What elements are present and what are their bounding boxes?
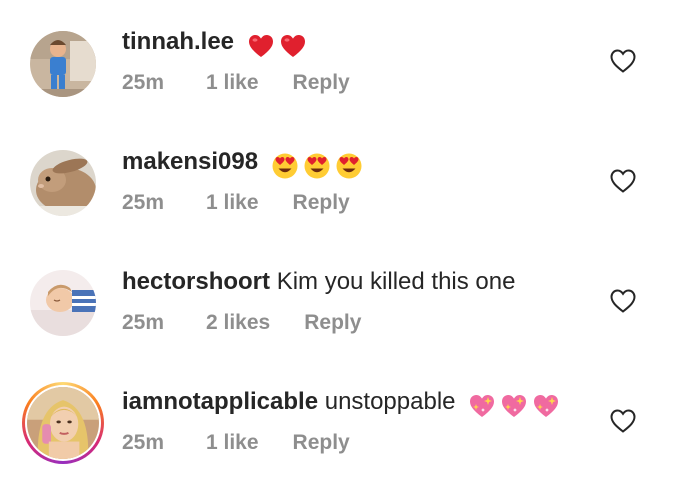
emoji-group (271, 152, 367, 182)
comment-meta: 25m 1 like Reply (122, 70, 350, 96)
avatar-image (30, 270, 96, 336)
comment-item: iamnotapplicable unstoppable 25m 1 like Re… (0, 360, 675, 480)
like-heart-icon[interactable] (609, 288, 637, 314)
comment-meta: 25m 1 like Reply (122, 190, 350, 216)
heart-eyes-emoji (271, 152, 299, 180)
heart-eyes-emoji (303, 152, 331, 180)
avatar-makensi098[interactable] (30, 150, 96, 216)
like-heart-icon[interactable] (609, 168, 637, 194)
avatar-image (27, 387, 99, 459)
comment-likes-count[interactable]: 2 likes (206, 310, 270, 336)
sparkling-heart-emoji (500, 392, 528, 420)
like-heart-icon[interactable] (609, 48, 637, 74)
comment-meta: 25m 1 like Reply (122, 430, 350, 456)
reply-button[interactable]: Reply (293, 70, 350, 96)
red-heart-emoji (247, 32, 275, 60)
comment-username[interactable]: tinnah.lee (122, 28, 234, 55)
comment-text: unstoppable (324, 388, 456, 415)
comment-time: 25m (122, 71, 165, 94)
comment-likes-count[interactable]: 1 like (206, 70, 259, 96)
reply-button[interactable]: Reply (293, 430, 350, 456)
heart-eyes-emoji (335, 152, 363, 180)
comment-text: Kim you killed this one (276, 268, 516, 295)
emoji-group (247, 32, 311, 62)
avatar-hectorshoort[interactable] (30, 270, 96, 336)
reply-button[interactable]: Reply (304, 310, 361, 336)
comment-line: iamnotapplicable unstoppable (122, 387, 564, 422)
comment-item: hectorshoort Kim you killed this one 25m… (0, 240, 675, 360)
comment-item: makensi098 25m 1 like Reply (0, 120, 675, 240)
comment-likes-count[interactable]: 1 like (206, 190, 259, 216)
avatar-image (30, 150, 96, 216)
emoji-group (468, 392, 564, 422)
comment-line: tinnah.lee (122, 27, 311, 62)
reply-button[interactable]: Reply (293, 190, 350, 216)
avatar-image (30, 31, 96, 97)
comment-line: makensi098 (122, 147, 367, 182)
red-heart-emoji (279, 32, 307, 60)
comment-meta: 25m 2 likes Reply (122, 310, 361, 336)
sparkling-heart-emoji (468, 392, 496, 420)
avatar-iamnotapplicable[interactable] (27, 387, 99, 459)
comment-line: hectorshoort Kim you killed this one (122, 267, 515, 297)
like-heart-icon[interactable] (609, 408, 637, 434)
comment-likes-count[interactable]: 1 like (206, 430, 259, 456)
comment-username[interactable]: hectorshoort (122, 268, 270, 295)
comment-username[interactable]: makensi098 (122, 148, 258, 175)
comment-time: 25m (122, 311, 165, 334)
sparkling-heart-emoji (532, 392, 560, 420)
comment-time: 25m (122, 431, 165, 454)
comment-time: 25m (122, 191, 165, 214)
story-ring[interactable] (22, 382, 104, 464)
comment-item: tinnah.lee 25m 1 like Reply (0, 0, 675, 120)
avatar-tinnah-lee[interactable] (30, 31, 96, 97)
comment-username[interactable]: iamnotapplicable (122, 388, 318, 415)
